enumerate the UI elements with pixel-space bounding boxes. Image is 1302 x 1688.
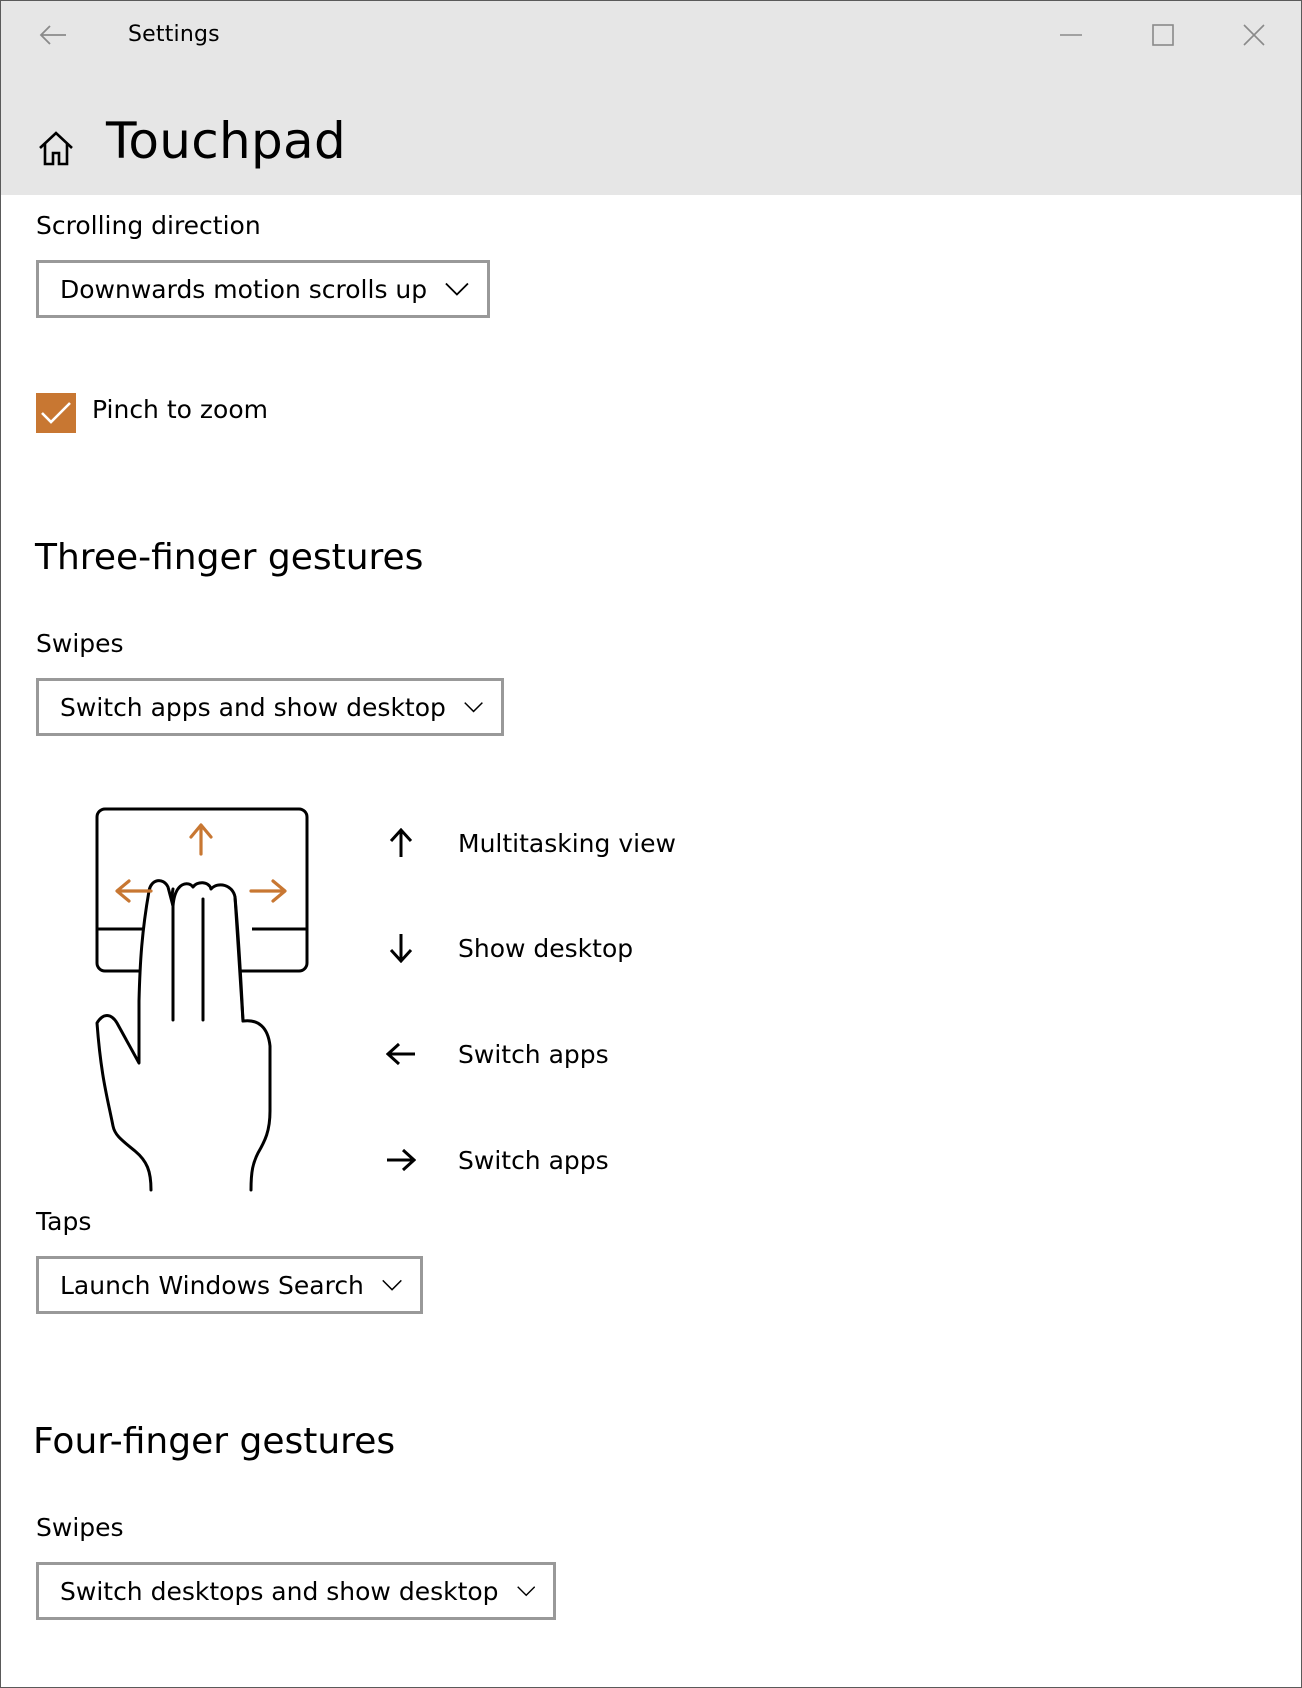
page-title: Touchpad (106, 112, 347, 170)
dropdown-value: Downwards motion scrolls up (60, 274, 428, 304)
scrolling-direction-dropdown[interactable]: Downwards motion scrolls up (36, 260, 490, 318)
gesture-row-right: Switch apps (386, 1140, 609, 1180)
app-title: Settings (128, 22, 220, 47)
close-icon (1243, 24, 1265, 46)
minimize-button[interactable] (1047, 11, 1095, 59)
chevron-down-icon (464, 702, 483, 713)
three-finger-taps-dropdown[interactable]: Launch Windows Search (36, 1256, 423, 1314)
gesture-label: Multitasking view (458, 828, 676, 858)
scrolling-direction-label: Scrolling direction (36, 211, 261, 240)
three-finger-taps-label: Taps (36, 1207, 92, 1236)
dropdown-value: Switch desktops and show desktop (60, 1576, 499, 1606)
close-button[interactable] (1230, 11, 1278, 59)
arrow-down-icon (389, 934, 413, 963)
hand-icon (95, 879, 272, 1192)
dropdown-value: Launch Windows Search (60, 1270, 364, 1300)
chevron-down-icon (516, 1586, 535, 1597)
gesture-row-down: Show desktop (386, 928, 633, 968)
gesture-row-up: Multitasking view (386, 823, 676, 863)
gesture-row-left: Switch apps (386, 1034, 609, 1074)
four-finger-swipes-label: Swipes (36, 1513, 124, 1542)
pinch-to-zoom-label: Pinch to zoom (92, 395, 268, 424)
maximize-icon (1152, 24, 1174, 46)
three-finger-heading: Three-finger gestures (35, 537, 424, 578)
back-button[interactable] (29, 11, 77, 59)
three-finger-swipes-label: Swipes (36, 629, 124, 658)
four-finger-heading: Four-finger gestures (33, 1421, 396, 1462)
arrow-right-icon (387, 1148, 416, 1172)
arrow-up-icon (389, 828, 413, 857)
pinch-to-zoom-checkbox[interactable] (36, 393, 76, 433)
three-finger-swipes-dropdown[interactable]: Switch apps and show desktop (36, 678, 504, 736)
home-icon[interactable] (35, 127, 77, 169)
gesture-label: Show desktop (458, 933, 634, 963)
gesture-label: Switch apps (458, 1039, 609, 1069)
chevron-down-icon (382, 1279, 402, 1291)
maximize-button[interactable] (1139, 11, 1187, 59)
dropdown-value: Switch apps and show desktop (60, 692, 446, 722)
back-arrow-icon (39, 25, 66, 45)
title-bar: Settings Touchpad (1, 1, 1301, 195)
minimize-icon (1060, 34, 1082, 36)
three-finger-gesture-illustration (95, 807, 309, 1192)
settings-window: Settings Touchpad Scrolling direction Do… (0, 0, 1302, 1688)
gesture-label: Switch apps (458, 1145, 609, 1175)
arrow-left-icon (386, 1042, 415, 1066)
checkmark-icon (41, 402, 71, 424)
four-finger-swipes-dropdown[interactable]: Switch desktops and show desktop (36, 1562, 556, 1620)
chevron-down-icon (445, 282, 469, 296)
